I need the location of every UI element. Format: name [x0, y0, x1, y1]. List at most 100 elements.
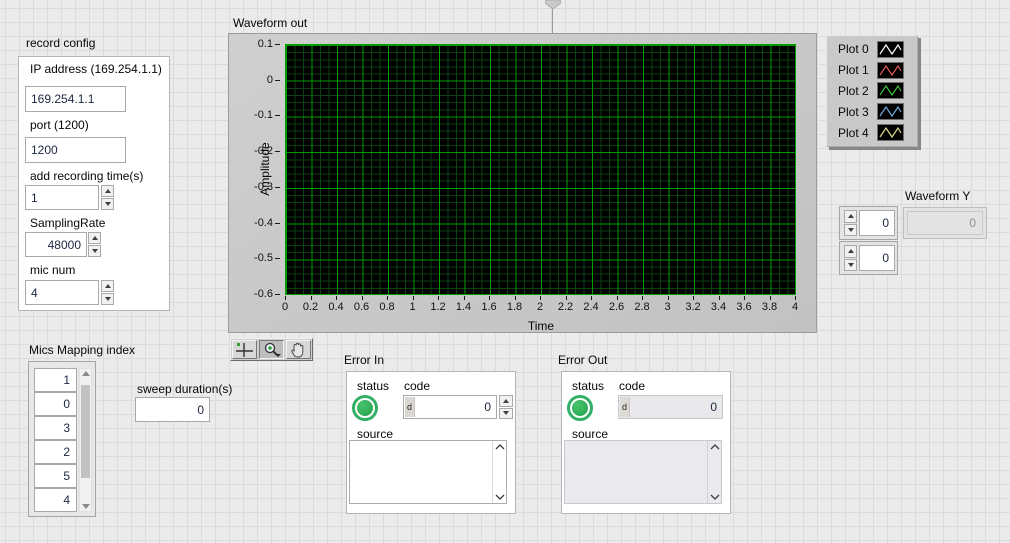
legend-label: Plot 4 [838, 126, 875, 140]
y-tick-mark [275, 44, 280, 45]
index-value[interactable]: 0 [859, 245, 895, 271]
x-tick-mark [362, 296, 363, 300]
y-tick-label: -0.6 [231, 288, 273, 300]
spin-down-button[interactable] [101, 198, 114, 210]
mics-cell-5[interactable]: 4 [34, 488, 77, 512]
y-tick-mark [275, 223, 280, 224]
error-in-status-label: status [357, 380, 389, 393]
error-in-status-led[interactable] [352, 395, 378, 421]
plot-legend: Plot 0 Plot 1 Plot 2 Plot 3 Plot 4 [826, 35, 918, 147]
plot-swatch[interactable] [877, 62, 904, 79]
legend-label: Plot 1 [838, 63, 875, 77]
spin-down-button[interactable] [499, 408, 513, 420]
error-out-title: Error Out [558, 354, 607, 367]
radix-indicator: d [405, 397, 415, 417]
x-tick-mark [438, 296, 439, 300]
x-tick-mark [693, 296, 694, 300]
plot-swatch[interactable] [877, 82, 904, 99]
spin-down-button[interactable] [844, 224, 857, 237]
plot-swatch[interactable] [877, 124, 904, 141]
mics-cell-4[interactable]: 5 [34, 464, 77, 488]
spin-up-button[interactable] [101, 280, 114, 292]
y-tick-label: 0.1 [231, 38, 273, 50]
error-in-code-field[interactable]: d 0 [403, 395, 497, 419]
error-out-code-value: 0 [710, 400, 717, 414]
add-recording-time-spinner[interactable] [101, 185, 114, 210]
legend-row-plot2[interactable]: Plot 2 [827, 81, 917, 102]
y-tick-label: -0.3 [231, 181, 273, 193]
legend-row-plot1[interactable]: Plot 1 [827, 60, 917, 81]
source-scrollbar[interactable] [492, 441, 506, 503]
error-in-source-field[interactable] [349, 440, 507, 504]
spin-up-button[interactable] [499, 395, 513, 407]
index-value[interactable]: 0 [859, 210, 895, 236]
waveform-y-element: 0 [903, 207, 987, 239]
spin-up-button[interactable] [844, 210, 857, 223]
index-spinner[interactable] [844, 210, 857, 236]
waveform-y-index-0: 0 [839, 206, 898, 240]
mic-num-spinner[interactable] [101, 280, 114, 305]
error-in-code-spinner[interactable] [499, 395, 513, 419]
spin-down-button[interactable] [88, 245, 101, 257]
scroll-down-chevron[interactable] [495, 494, 505, 500]
mics-scrollbar[interactable] [79, 368, 92, 512]
index-spinner[interactable] [844, 245, 857, 271]
y-tick-label: -0.5 [231, 252, 273, 264]
add-recording-time-field[interactable]: 1 [25, 185, 99, 210]
plot-swatch[interactable] [877, 103, 904, 120]
error-out-code-label: code [619, 380, 645, 393]
x-tick-mark [336, 296, 337, 300]
legend-row-plot0[interactable]: Plot 0 [827, 39, 917, 60]
y-tick-mark [275, 258, 280, 259]
x-axis-label: Time [525, 319, 557, 333]
waveform-y-index-1: 0 [839, 241, 898, 275]
ip-address-field[interactable]: 169.254.1.1 [25, 86, 126, 112]
add-recording-time-label: add recording time(s) [30, 170, 143, 183]
pan-tool-button[interactable] [286, 340, 311, 359]
scroll-thumb[interactable] [81, 385, 90, 478]
crosshair-icon [234, 341, 255, 358]
x-tick-mark [642, 296, 643, 300]
sampling-rate-label: SamplingRate [30, 217, 105, 230]
scroll-up-chevron[interactable] [495, 444, 505, 450]
spin-down-button[interactable] [844, 259, 857, 272]
zoom-tool-button[interactable] [259, 340, 284, 359]
port-label: port (1200) [30, 119, 89, 132]
x-tick-mark [744, 296, 745, 300]
x-tick-mark [770, 296, 771, 300]
y-tick-mark [275, 187, 280, 188]
mic-num-field[interactable]: 4 [25, 280, 99, 305]
y-tick-label: -0.2 [231, 145, 273, 157]
x-tick-mark [387, 296, 388, 300]
plot-swatch[interactable] [877, 41, 904, 58]
scroll-down-chevron [710, 494, 720, 500]
scroll-down-arrow[interactable] [80, 504, 91, 509]
spin-down-button[interactable] [101, 293, 114, 305]
spin-up-button[interactable] [88, 232, 101, 244]
sweep-duration-label: sweep duration(s) [137, 383, 232, 396]
sampling-rate-spinner[interactable] [88, 232, 101, 257]
sweep-duration-field[interactable]: 0 [135, 397, 210, 422]
scroll-up-chevron [710, 444, 720, 450]
port-field[interactable]: 1200 [25, 137, 126, 163]
mics-cell-3[interactable]: 2 [34, 440, 77, 464]
mics-cell-1[interactable]: 0 [34, 392, 77, 416]
error-out-source-field [564, 440, 722, 504]
error-out-code-field: d 0 [618, 395, 723, 419]
pane-splitter-handle[interactable] [545, 0, 561, 9]
cursor-move-tool-button[interactable] [232, 340, 257, 359]
mics-cell-2[interactable]: 3 [34, 416, 77, 440]
error-out-status-led [567, 395, 593, 421]
x-tick-mark [617, 296, 618, 300]
waveform-chart-widget: Amplitude Time 0.10-0.1-0.2-0.3-0.4-0.5-… [228, 33, 817, 333]
spin-up-button[interactable] [101, 185, 114, 197]
spin-up-button[interactable] [844, 245, 857, 258]
mics-cell-0[interactable]: 1 [34, 368, 77, 392]
y-tick-mark [275, 151, 280, 152]
legend-row-plot3[interactable]: Plot 3 [827, 101, 917, 122]
scroll-up-arrow[interactable] [80, 371, 91, 376]
legend-row-plot4[interactable]: Plot 4 [827, 122, 917, 143]
sampling-rate-field[interactable]: 48000 [25, 232, 87, 257]
hand-icon [288, 341, 309, 358]
x-tick-mark [591, 296, 592, 300]
